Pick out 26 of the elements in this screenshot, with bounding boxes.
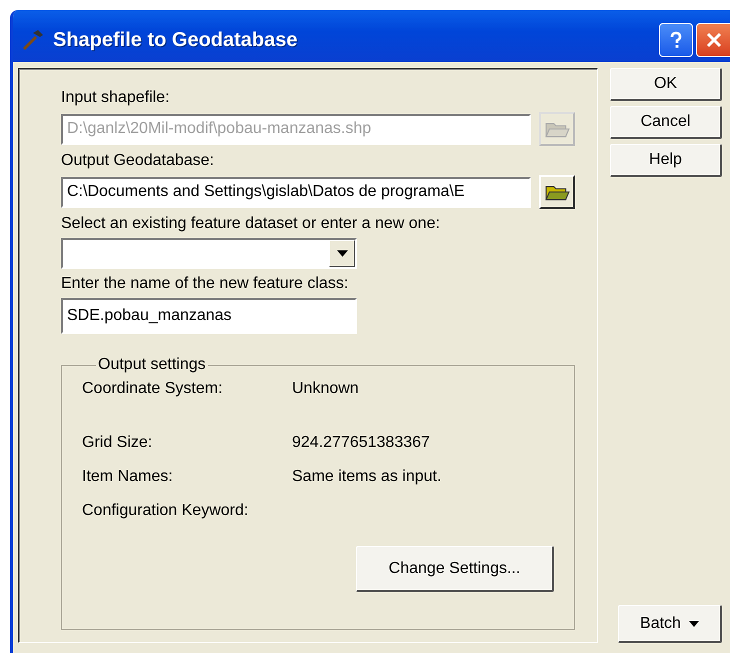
- batch-button[interactable]: Batch: [618, 605, 722, 643]
- close-icon[interactable]: [696, 23, 730, 57]
- change-settings-button[interactable]: Change Settings...: [356, 546, 554, 592]
- field-label: Output Geodatabase:: [61, 152, 215, 170]
- dropdown-arrow-icon: [688, 620, 699, 626]
- dialog-button[interactable]: Help: [610, 144, 722, 177]
- field-label: Enter the name of the new feature class:: [61, 275, 350, 293]
- setting-value: 924.277651383367: [292, 434, 431, 452]
- field-label: Select an existing feature dataset or enter a new one:: [61, 215, 441, 233]
- text-field[interactable]: SDE.pobau_manzanas: [61, 298, 357, 334]
- path-field[interactable]: C:\Documents and Settings\gislab\Datos de programa\E: [61, 176, 531, 208]
- hammer-icon: [21, 28, 45, 52]
- dialog-button[interactable]: OK: [610, 68, 722, 101]
- setting-label: Configuration Keyword:: [82, 502, 250, 520]
- setting-value: Same items as input.: [292, 468, 442, 486]
- setting-value: Unknown: [292, 380, 360, 398]
- help-icon[interactable]: [659, 23, 693, 57]
- setting-label: Item Names:: [82, 468, 174, 486]
- group-title: Output settings: [97, 356, 207, 374]
- dataset-dropdown[interactable]: [61, 238, 357, 269]
- setting-label: Coordinate System:: [82, 380, 224, 398]
- setting-label: Grid Size:: [82, 434, 154, 452]
- field-label: Input shapefile:: [61, 89, 171, 107]
- dropdown-arrow-icon: [336, 250, 348, 257]
- window-title: Shapefile to Geodatabase: [53, 28, 299, 52]
- dialog-button[interactable]: Cancel: [610, 106, 722, 139]
